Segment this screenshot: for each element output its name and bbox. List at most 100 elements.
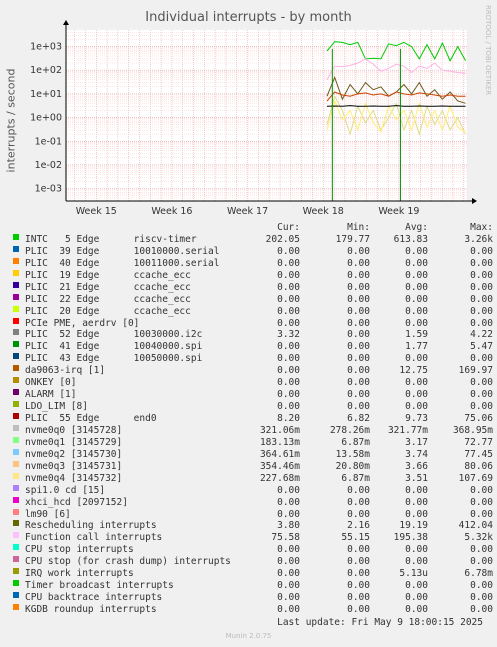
legend-series-name: IRQ work interrupts bbox=[25, 568, 134, 580]
legend-cur-value: 364.61m bbox=[259, 448, 300, 460]
legend-min-value: 0.00 bbox=[347, 580, 370, 592]
legend-avg-value: 0.00 bbox=[405, 592, 428, 604]
legend-cur-value: 0.00 bbox=[277, 257, 300, 269]
legend-avg-value: 0.00 bbox=[405, 508, 428, 520]
legend-swatch bbox=[13, 556, 19, 563]
y-tick-label: 1e+00 bbox=[30, 113, 62, 124]
legend-swatch bbox=[13, 592, 19, 599]
legend-series-name: Rescheduling interrupts bbox=[25, 520, 157, 532]
legend-min-value: 55.15 bbox=[341, 532, 370, 544]
legend-avg-value: 0.00 bbox=[405, 317, 428, 329]
legend-avg-value: 0.00 bbox=[405, 257, 428, 269]
y-tick-label: 1e+03 bbox=[30, 42, 62, 53]
legend-cur-value: 354.46m bbox=[259, 460, 300, 472]
legend-max-value: 368.95m bbox=[452, 424, 493, 436]
legend-cur-value: 0.00 bbox=[277, 281, 300, 293]
legend-max-value: 5.47 bbox=[470, 341, 493, 353]
legend-row: da9063-irq [1] 0.00 0.00 12.75 169.97 bbox=[10, 365, 493, 377]
legend-row: PLIC 55 Edge end0 8.20 6.82 9.73 75.06 bbox=[10, 413, 493, 425]
legend-avg-value: 12.75 bbox=[399, 365, 428, 377]
legend-max-value: 0.00 bbox=[470, 389, 493, 401]
legend-max-value: 0.00 bbox=[470, 281, 493, 293]
legend-cur-value: 0.00 bbox=[277, 293, 300, 305]
legend-swatch bbox=[13, 269, 19, 276]
legend-avg-value: 0.00 bbox=[405, 401, 428, 413]
y-tick-label: 1e+01 bbox=[30, 89, 62, 100]
legend-series-name: da9063-irq [1] bbox=[25, 365, 106, 377]
legend-series-name: nvme0q0 [3145728] bbox=[25, 424, 123, 436]
y-tick-label: 1e-02 bbox=[35, 160, 62, 171]
legend-avg-value: 19.19 bbox=[399, 520, 428, 532]
legend-cur-value: 3.32 bbox=[277, 329, 300, 341]
legend-series-name: nvme0q2 [3145730] bbox=[25, 448, 123, 460]
legend-row: PLIC 21 Edge ccache_ecc 0.00 0.00 0.00 0.00 bbox=[10, 281, 493, 294]
legend-cur-value: 0.00 bbox=[277, 604, 300, 615]
x-tick-label: Week 15 bbox=[76, 206, 117, 215]
legend-min-value: 0.00 bbox=[347, 508, 370, 520]
legend-cur-value: 0.00 bbox=[277, 377, 300, 389]
legend-series-name: PLIC 20 Edge ccache_ecc bbox=[25, 305, 191, 317]
legend-swatch bbox=[13, 496, 19, 503]
legend-min-value: 0.00 bbox=[347, 305, 370, 317]
legend-max-value: 0.00 bbox=[470, 245, 493, 257]
legend-max-value: 3.26k bbox=[464, 233, 493, 245]
legend-row: KGDB roundup interrupts 0.00 0.00 0.00 0.00 bbox=[10, 604, 493, 616]
legend-avg-value: 195.38 bbox=[393, 532, 428, 544]
legend-cur-value: 8.20 bbox=[277, 413, 300, 424]
legend-cur-value: 0.00 bbox=[277, 341, 300, 353]
legend-series-name: nvme0q1 [3145729] bbox=[25, 436, 123, 448]
y-axis-arrow bbox=[63, 20, 69, 25]
legend-max-value: 107.69 bbox=[458, 472, 493, 484]
legend-avg-value: 3.51 bbox=[405, 472, 428, 484]
munin-version: Munin 2.0.75 bbox=[225, 632, 272, 640]
legend-series-name: KGDB roundup interrupts bbox=[25, 604, 157, 615]
legend-min-value: 0.00 bbox=[347, 281, 370, 293]
plot-background bbox=[66, 30, 467, 201]
legend-max-value: 0.00 bbox=[470, 377, 493, 389]
legend-avg-value: 0.00 bbox=[405, 293, 428, 305]
legend-min-value: 0.00 bbox=[347, 341, 370, 353]
legend-cur-value: 0.00 bbox=[277, 353, 300, 365]
legend-avg-value: 0.00 bbox=[405, 305, 428, 317]
legend-cur-value: 0.00 bbox=[277, 508, 300, 520]
legend-rows: INTC 5 Edge riscv-timer 202.05 179.77 613.8… bbox=[10, 233, 493, 616]
legend-series-name: nvme0q3 [3145731] bbox=[25, 460, 123, 472]
legend-swatch bbox=[13, 365, 19, 372]
legend-max-value: 77.45 bbox=[464, 448, 493, 460]
legend-swatch bbox=[13, 377, 19, 384]
legend-cur-value: 0.00 bbox=[277, 484, 300, 496]
legend-swatch bbox=[13, 520, 19, 527]
legend-cur-value: 227.68m bbox=[259, 472, 300, 484]
legend-header-max: Max: bbox=[470, 222, 493, 233]
legend-avg-value: 1.77 bbox=[405, 341, 428, 353]
y-tick-label: 1e-01 bbox=[35, 136, 62, 147]
legend-avg-value: 0.00 bbox=[405, 484, 428, 496]
legend-series-name: Function call interrupts bbox=[25, 532, 163, 544]
legend-avg-value: 1.59 bbox=[405, 329, 428, 341]
legend-min-value: 2.16 bbox=[347, 520, 370, 532]
legend-max-value: 0.00 bbox=[470, 484, 493, 496]
legend-avg-value: 0.00 bbox=[405, 245, 428, 257]
legend-row: nvme0q2 [3145730] 364.61m 13.58m 3.74 77.45 bbox=[10, 448, 493, 461]
legend-max-value: 0.00 bbox=[470, 556, 493, 568]
last-update: Last update: Fri May 9 18:00:15 2025 bbox=[277, 617, 483, 628]
legend-max-value: 6.78m bbox=[464, 568, 493, 580]
legend-cur-value: 0.00 bbox=[277, 269, 300, 281]
legend-max-value: 0.00 bbox=[470, 269, 493, 281]
legend-avg-value: 3.66 bbox=[405, 460, 428, 472]
legend-cur-value: 0.00 bbox=[277, 401, 300, 413]
legend-avg-value: 0.00 bbox=[405, 556, 428, 568]
legend-min-value: 0.00 bbox=[347, 353, 370, 365]
legend-series-name: Timer broadcast interrupts bbox=[25, 580, 174, 592]
legend-avg-value: 3.74 bbox=[405, 448, 428, 460]
legend-min-value: 0.00 bbox=[347, 401, 370, 413]
legend-swatch bbox=[13, 532, 19, 539]
legend-avg-value: 0.00 bbox=[405, 544, 428, 556]
legend-max-value: 169.97 bbox=[458, 365, 493, 377]
legend-min-value: 0.00 bbox=[347, 269, 370, 281]
legend-series-name: lm90 [6] bbox=[25, 508, 71, 520]
legend-series-name: PLIC 43 Edge 10050000.spi bbox=[25, 353, 203, 365]
legend-series-name: xhci_hcd [2097152] bbox=[25, 496, 128, 508]
legend-series-name: ONKEY [0] bbox=[25, 377, 77, 389]
legend-swatch bbox=[13, 245, 19, 252]
